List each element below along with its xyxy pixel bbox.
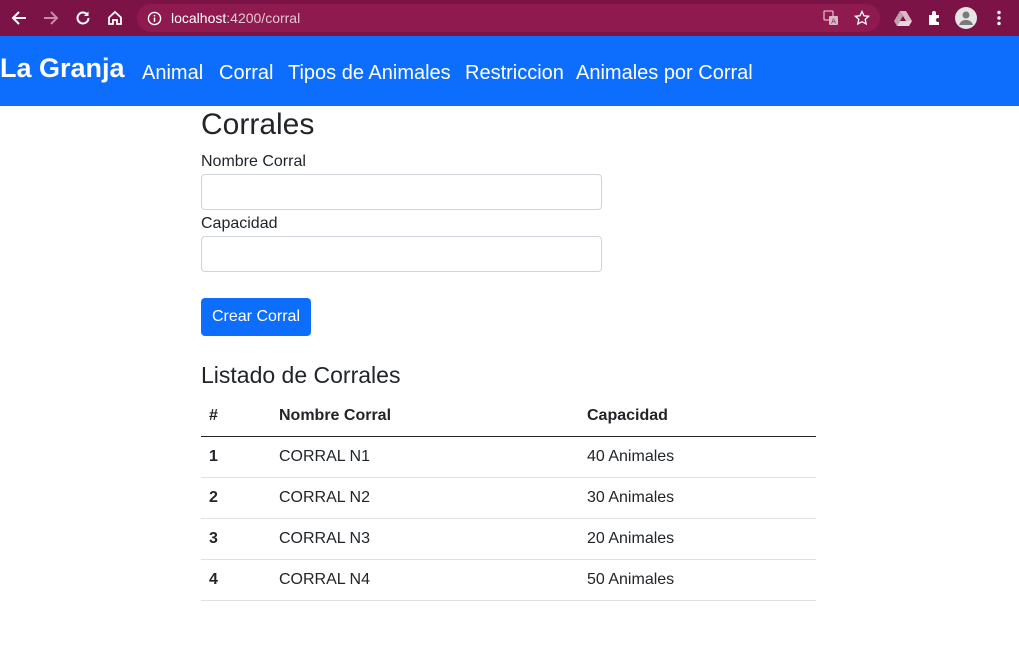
table-header-row: # Nombre Corral Capacidad [201, 396, 816, 437]
brand-link[interactable]: La Granja [0, 53, 125, 84]
row-capacidad: 30 Animales [579, 477, 816, 519]
svg-text:A: A [831, 18, 836, 26]
site-info-icon[interactable] [146, 10, 162, 26]
table-row: 4 CORRAL N4 50 Animales [201, 559, 816, 601]
crear-corral-button[interactable]: Crear Corral [201, 298, 311, 336]
row-capacidad: 50 Animales [579, 559, 816, 601]
table-row: 1 CORRAL N1 40 Animales [201, 436, 816, 478]
row-nombre: CORRAL N1 [271, 436, 579, 478]
app-navbar: La Granja Animal Corral Tipos de Animale… [0, 36, 1019, 106]
nav-link-animales-por-corral[interactable]: Animales por Corral [576, 62, 753, 85]
url-host: localhost [171, 10, 227, 26]
address-bar[interactable]: localhost:4200/corral A [137, 4, 880, 32]
drive-icon[interactable] [892, 7, 914, 29]
row-nombre: CORRAL N4 [271, 559, 579, 601]
row-nombre: CORRAL N2 [271, 477, 579, 519]
row-number: 1 [201, 436, 271, 478]
reload-icon[interactable] [71, 6, 95, 30]
corrales-table: # Nombre Corral Capacidad 1 CORRAL N1 40… [201, 396, 816, 601]
page-title: Corrales [201, 108, 315, 141]
row-nombre: CORRAL N3 [271, 518, 579, 560]
translate-icon[interactable]: A [823, 10, 839, 26]
extensions-icon[interactable] [924, 7, 946, 29]
row-number: 4 [201, 559, 271, 601]
column-header-nombre: Nombre Corral [271, 396, 579, 437]
table-row: 3 CORRAL N3 20 Animales [201, 518, 816, 560]
capacidad-label: Capacidad [201, 215, 278, 232]
home-icon[interactable] [103, 6, 127, 30]
menu-icon[interactable] [988, 7, 1010, 29]
table-row: 2 CORRAL N2 30 Animales [201, 477, 816, 519]
forward-arrow-icon[interactable] [39, 6, 63, 30]
nav-link-tipos-de-animales[interactable]: Tipos de Animales [288, 62, 451, 85]
url-text[interactable]: localhost:4200/corral [171, 10, 300, 26]
column-header-capacidad: Capacidad [579, 396, 816, 437]
bookmark-star-icon[interactable] [854, 10, 870, 26]
column-header-number: # [201, 396, 271, 437]
nav-link-animal[interactable]: Animal [142, 62, 203, 85]
nombre-corral-input[interactable] [201, 174, 602, 210]
profile-avatar-icon[interactable] [955, 7, 977, 29]
row-number: 2 [201, 477, 271, 519]
row-number: 3 [201, 518, 271, 560]
nav-link-restriccion[interactable]: Restriccion [465, 62, 564, 85]
browser-toolbar: localhost:4200/corral A [0, 0, 1019, 36]
capacidad-input[interactable] [201, 236, 602, 272]
nav-link-corral[interactable]: Corral [219, 62, 273, 85]
row-capacidad: 40 Animales [579, 436, 816, 478]
url-path: :4200/corral [226, 10, 301, 26]
back-arrow-icon[interactable] [7, 6, 31, 30]
row-capacidad: 20 Animales [579, 518, 816, 560]
list-title: Listado de Corrales [201, 362, 401, 388]
nombre-corral-label: Nombre Corral [201, 153, 306, 170]
